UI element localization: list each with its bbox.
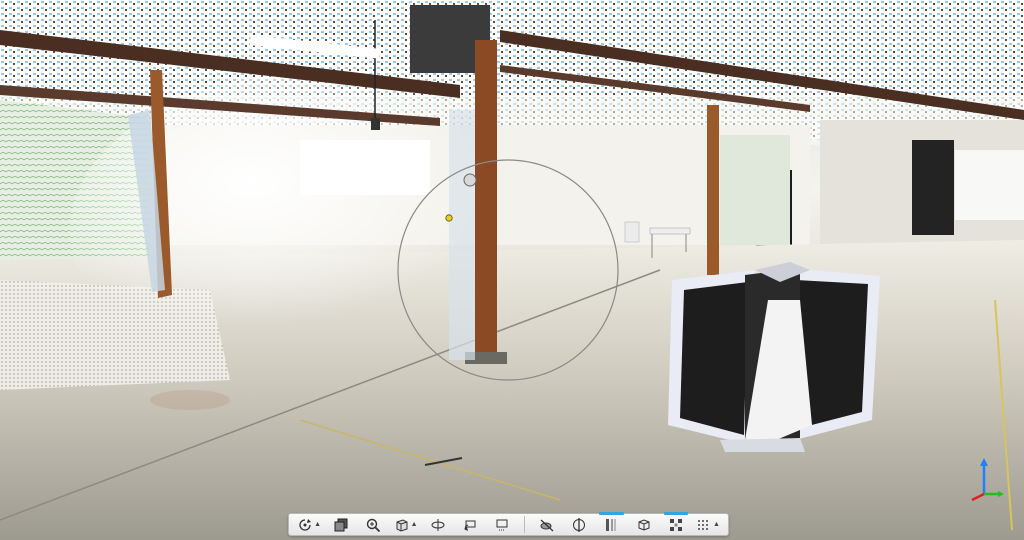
zoom-icon — [367, 518, 381, 532]
wood-column-center — [475, 40, 497, 360]
section-plane-icon — [573, 517, 586, 532]
fit-view-icon — [496, 519, 508, 530]
look-around-button[interactable] — [422, 514, 454, 535]
look-around-icon — [431, 518, 445, 531]
view-cube-icon — [396, 518, 408, 532]
section-plane-button[interactable] — [563, 514, 595, 535]
pan-icon — [334, 518, 348, 531]
scan-locations-icon — [669, 518, 682, 531]
zoom-button[interactable] — [357, 514, 389, 535]
clip-box-button[interactable] — [628, 514, 660, 535]
hide-scan-button[interactable] — [531, 514, 563, 535]
point-display-icon — [697, 519, 708, 530]
orbit-icon — [299, 518, 312, 531]
toolbar-separator — [524, 516, 526, 533]
clip-box-icon — [638, 518, 650, 531]
orbit-button[interactable]: ▲ — [293, 514, 325, 535]
chevron-down-icon: ▲ — [410, 521, 418, 528]
axis-triad — [971, 458, 1004, 502]
point-display-button[interactable]: ▲ — [692, 514, 724, 535]
limit-box-button[interactable] — [595, 512, 627, 535]
wood-column-right — [707, 105, 719, 275]
3d-viewport[interactable]: ▲ ▲ ▲ — [0, 0, 1024, 540]
chevron-down-icon: ▲ — [712, 521, 720, 528]
undo-view-button[interactable] — [454, 514, 486, 535]
scanner-model[interactable] — [668, 262, 880, 452]
limit-box-icon — [606, 518, 617, 531]
table — [649, 227, 691, 235]
undo-view-icon — [463, 520, 476, 531]
scan-locations-button[interactable] — [660, 512, 692, 535]
chevron-down-icon: ▲ — [314, 521, 322, 528]
x-axis — [971, 492, 985, 502]
hide-scan-icon — [540, 519, 554, 531]
pan-button[interactable] — [325, 514, 357, 535]
navigation-toolbar: ▲ ▲ ▲ — [288, 512, 729, 536]
point-cloud-scene[interactable] — [0, 0, 1024, 540]
chair — [624, 221, 640, 243]
doorway-right — [912, 140, 954, 235]
fit-view-button[interactable] — [486, 514, 518, 535]
orbit-target-point — [445, 214, 453, 222]
orbit-pivot-handle — [463, 173, 477, 187]
view-cube-button[interactable]: ▲ — [389, 514, 421, 535]
